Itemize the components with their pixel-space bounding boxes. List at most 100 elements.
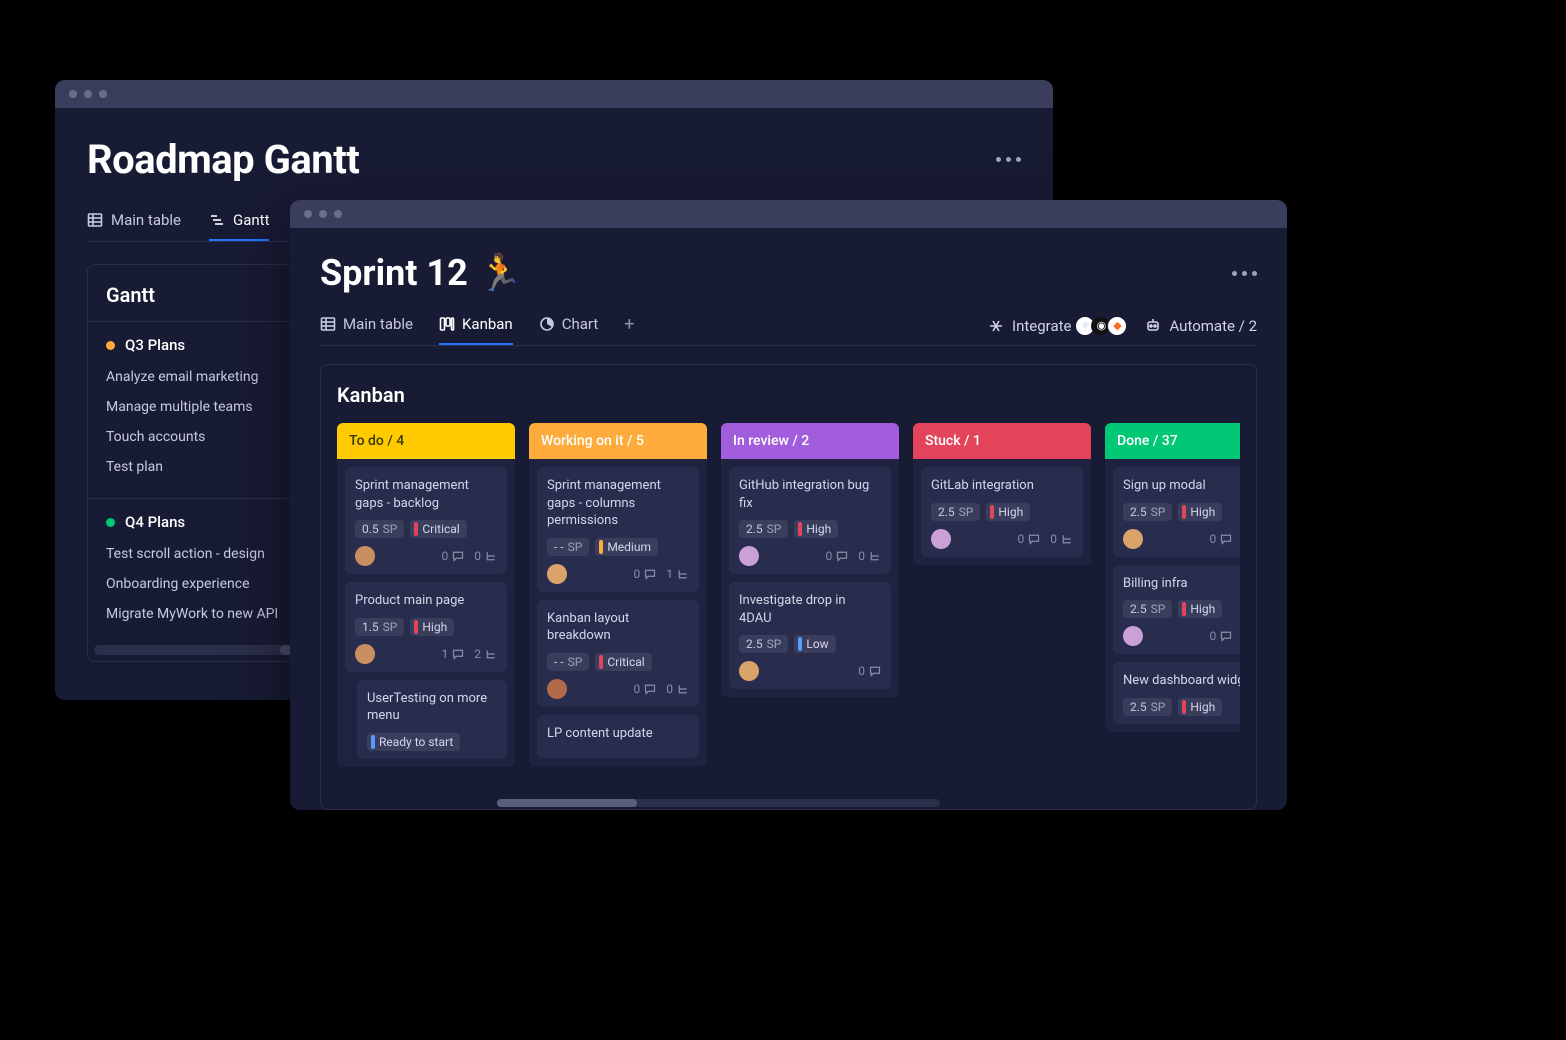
table-icon: [87, 212, 103, 228]
card-meta: 2.5 SPLow: [739, 635, 881, 653]
avatar[interactable]: [1123, 626, 1143, 646]
automate-label: Automate / 2: [1169, 317, 1257, 335]
gitlab-icon: ◆: [1107, 316, 1127, 336]
kanban-card[interactable]: Sprint management gaps - backlog0.5 SPCr…: [345, 467, 507, 574]
kanban-card[interactable]: Billing infra2.5 SPHigh00: [1113, 565, 1240, 655]
comments-count[interactable]: 0: [826, 549, 849, 563]
avatar[interactable]: [739, 661, 759, 681]
subitems-count[interactable]: 0: [1050, 532, 1073, 546]
comments-count[interactable]: 0: [634, 567, 657, 581]
comments-count[interactable]: 1: [442, 647, 465, 661]
titlebar: [290, 200, 1287, 228]
gantt-task-row[interactable]: Analyze email marketing: [106, 362, 308, 392]
comments-count[interactable]: 0: [1018, 532, 1041, 546]
avatar[interactable]: [355, 546, 375, 566]
tab-label: Gantt: [233, 211, 269, 229]
window-dot[interactable]: [84, 90, 92, 98]
kanban-card[interactable]: Investigate drop in 4DAU2.5 SPLow0: [729, 582, 891, 689]
column-header[interactable]: In review / 2: [721, 423, 899, 459]
card-title: GitLab integration: [931, 477, 1073, 495]
column-body: GitHub integration bug fix2.5 SPHigh00In…: [721, 459, 899, 697]
story-points-chip: 2.5 SP: [1123, 698, 1172, 716]
column-header[interactable]: Stuck / 1: [913, 423, 1091, 459]
runner-icon: 🏃: [478, 252, 523, 294]
more-menu-icon[interactable]: [996, 157, 1021, 162]
window-dot[interactable]: [304, 210, 312, 218]
kanban-card[interactable]: Kanban layout breakdown- - SPCritical00: [537, 600, 699, 707]
gantt-task-row[interactable]: Manage multiple teams: [106, 392, 308, 422]
kanban-card[interactable]: UserTesting on more menuReady to start: [357, 680, 507, 759]
horizontal-scrollbar[interactable]: [94, 645, 320, 655]
card-counters: 12: [442, 647, 498, 661]
board-title: Sprint 12 🏃: [320, 252, 523, 294]
priority-chip: Critical: [595, 653, 651, 671]
kanban-card[interactable]: GitLab integration 2.5 SP High 00: [921, 467, 1083, 557]
comments-count[interactable]: 0: [634, 682, 657, 696]
card-counters: 00: [1210, 532, 1241, 546]
tab-label: Chart: [562, 315, 599, 333]
automate-button[interactable]: Automate / 2: [1145, 317, 1257, 335]
column-header[interactable]: Done / 37: [1105, 423, 1240, 459]
integrate-icon: [988, 318, 1004, 334]
horizontal-scrollbar[interactable]: [337, 799, 1240, 809]
window-dot[interactable]: [69, 90, 77, 98]
subitems-count[interactable]: 0: [474, 549, 497, 563]
window-dot[interactable]: [99, 90, 107, 98]
subitems-count[interactable]: 2: [474, 647, 497, 661]
comments-count[interactable]: 0: [1210, 629, 1233, 643]
priority-chip: High: [986, 503, 1030, 521]
more-menu-icon[interactable]: [1232, 271, 1257, 276]
window-dot[interactable]: [334, 210, 342, 218]
comments-count[interactable]: 0: [1210, 532, 1233, 546]
group-name: Q4 Plans: [125, 513, 185, 531]
gantt-task-row[interactable]: Onboarding experience: [106, 569, 308, 599]
tab-main-table[interactable]: Main table: [320, 315, 413, 345]
card-title: Sign up modal: [1123, 477, 1240, 495]
column-header[interactable]: To do / 4: [337, 423, 515, 459]
gantt-task-row[interactable]: Touch accounts: [106, 422, 308, 452]
integrate-button[interactable]: Integrate ✳ ◉ ◆: [988, 316, 1127, 336]
avatar[interactable]: [355, 644, 375, 664]
comments-count[interactable]: 0: [858, 664, 881, 678]
avatar[interactable]: [739, 546, 759, 566]
story-points-chip: 2.5 SP: [931, 503, 980, 521]
kanban-card[interactable]: New dashboard widget2.5 SPHigh: [1113, 662, 1240, 724]
card-footer: 00: [931, 529, 1073, 549]
table-icon: [320, 316, 336, 332]
kanban-card[interactable]: Product main page1.5 SPHigh12: [345, 582, 507, 672]
kanban-card[interactable]: Sprint management gaps - columns permiss…: [537, 467, 699, 592]
column-header[interactable]: Working on it / 5: [529, 423, 707, 459]
avatar[interactable]: [547, 679, 567, 699]
subitems-count[interactable]: 0: [858, 549, 881, 563]
story-points-chip: 2.5 SP: [1123, 503, 1172, 521]
add-view-button[interactable]: +: [624, 314, 634, 345]
card-footer: 00: [1123, 529, 1240, 549]
priority-chip: High: [1178, 600, 1222, 618]
card-counters: 00: [442, 549, 498, 563]
tab-main-table[interactable]: Main table: [87, 211, 181, 241]
card-title: Sprint management gaps - backlog: [355, 477, 497, 512]
tab-gantt[interactable]: Gantt: [209, 211, 269, 241]
gantt-task-row[interactable]: Test scroll action - design: [106, 539, 308, 569]
avatar[interactable]: [1123, 529, 1143, 549]
column-body: GitLab integration 2.5 SP High 00: [913, 459, 1091, 565]
window-dot[interactable]: [319, 210, 327, 218]
group-header[interactable]: Q3 Plans: [106, 336, 308, 354]
kanban-card[interactable]: LP content update: [537, 715, 699, 759]
avatar[interactable]: [547, 564, 567, 584]
avatar[interactable]: [931, 529, 951, 549]
comments-count[interactable]: 0: [442, 549, 465, 563]
card-meta: 2.5 SP High: [931, 503, 1073, 521]
tab-chart[interactable]: Chart: [539, 315, 599, 345]
subitems-count[interactable]: 0: [666, 682, 689, 696]
gantt-task-row[interactable]: Migrate MyWork to new API: [106, 599, 308, 629]
subitems-count[interactable]: 1: [666, 567, 689, 581]
kanban-card[interactable]: Sign up modal2.5 SPHigh00: [1113, 467, 1240, 557]
priority-chip: Low: [794, 635, 835, 653]
kanban-column: Stuck / 1 GitLab integration 2.5 SP High 00: [913, 423, 1091, 785]
group-header[interactable]: Q4 Plans: [106, 513, 308, 531]
card-counters: 00: [634, 682, 690, 696]
tab-kanban[interactable]: Kanban: [439, 315, 513, 345]
kanban-card[interactable]: GitHub integration bug fix2.5 SPHigh00: [729, 467, 891, 574]
gantt-task-row[interactable]: Test plan: [106, 452, 308, 482]
